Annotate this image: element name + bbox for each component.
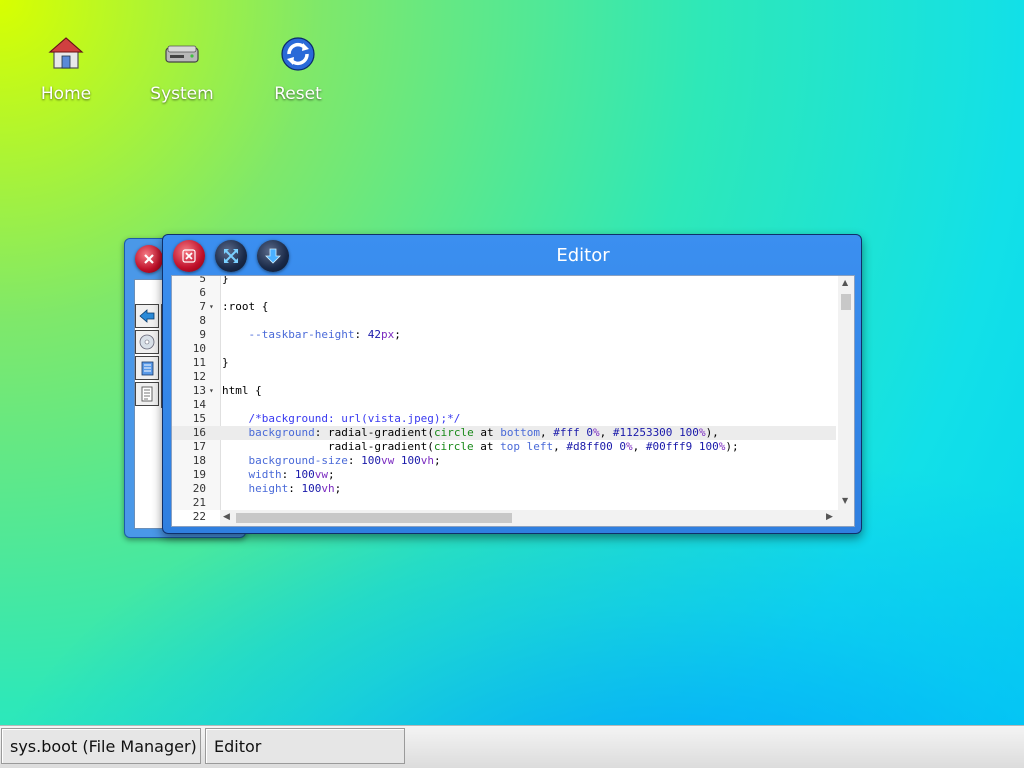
maximize-button[interactable] [215, 240, 247, 272]
code-line[interactable]: 18 background-size: 100vw 100vh; [172, 454, 836, 468]
line-number: 21 [192, 496, 206, 509]
line-number: 9 [199, 328, 206, 341]
arrow-left-icon [139, 309, 155, 323]
desktop-icon-reset[interactable]: Reset [248, 34, 348, 104]
line-number: 16 [192, 426, 206, 439]
code-line[interactable]: 7 ▾:root { [172, 300, 836, 314]
code-line[interactable]: 16 background: radial-gradient(circle at… [172, 426, 836, 440]
editor-window[interactable]: Editor 5} 6 7 ▾:root {8 9 --taskbar-height: … [162, 234, 862, 534]
fold-arrow-icon[interactable]: ▾ [209, 300, 219, 314]
code-area[interactable]: 5} 6 7 ▾:root {8 9 --taskbar-height: 42px; 10… [172, 275, 836, 523]
code-text: background-size: 100vw 100vh; [248, 454, 441, 467]
fold-arrow-icon[interactable]: ▾ [209, 384, 219, 398]
minimize-button[interactable] [257, 240, 289, 272]
line-number: 14 [192, 398, 206, 411]
back-button[interactable] [135, 304, 159, 328]
line-number: 13 [192, 384, 206, 397]
desktop-icon-label: System [150, 84, 214, 104]
line-number: 8 [199, 314, 206, 327]
code-editor[interactable]: 5} 6 7 ▾:root {8 9 --taskbar-height: 42px; 10… [171, 275, 855, 527]
code-text: radial-gradient(circle at top left, #d8f… [222, 440, 739, 453]
taskbar: sys.boot (File Manager) Editor [0, 725, 1024, 768]
code-text: /*background: url(vista.jpeg);*/ [248, 412, 461, 425]
code-line[interactable]: 5} [172, 275, 836, 286]
taskbar-item-editor[interactable]: Editor [205, 728, 405, 764]
refresh-icon [281, 37, 315, 71]
code-line[interactable]: 20 height: 100vh; [172, 482, 836, 496]
line-number: 20 [192, 482, 206, 495]
line-number: 15 [192, 412, 206, 425]
arrow-down-icon [265, 248, 281, 264]
line-number: 12 [192, 370, 206, 383]
disc-icon [139, 334, 155, 350]
vertical-scrollbar[interactable]: ▲ ▼ [838, 276, 854, 510]
notes-button[interactable] [135, 356, 159, 380]
document-icon [141, 386, 153, 402]
close-icon [182, 249, 196, 263]
code-text: html { [222, 384, 262, 397]
vertical-scroll-thumb[interactable] [841, 294, 851, 310]
window-title: Editor [556, 245, 610, 266]
drive-icon [165, 45, 199, 63]
line-number: 18 [192, 454, 206, 467]
desktop-icon-label: Home [40, 84, 92, 104]
scroll-right-icon[interactable]: ▶ [826, 512, 833, 522]
window-titlebar[interactable]: Editor [163, 235, 861, 275]
code-line[interactable]: 17 radial-gradient(circle at top left, #… [172, 440, 836, 454]
close-button[interactable] [135, 245, 163, 273]
code-text: :root { [222, 300, 269, 313]
code-text: --taskbar-height: 42px; [248, 328, 401, 341]
code-line[interactable]: 10 [172, 342, 836, 356]
horizontal-scroll-thumb[interactable] [236, 513, 512, 523]
close-icon [144, 254, 154, 264]
line-number: 10 [192, 342, 206, 355]
file-manager-toolbar [135, 304, 162, 408]
taskbar-item-file-manager[interactable]: sys.boot (File Manager) [1, 728, 201, 764]
code-line[interactable]: 19 width: 100vw; [172, 468, 836, 482]
close-button[interactable] [173, 240, 205, 272]
line-number: 6 [199, 286, 206, 299]
line-number: 19 [192, 468, 206, 481]
code-line[interactable]: 15 /*background: url(vista.jpeg);*/ [172, 412, 836, 426]
notes-icon [141, 361, 154, 376]
desktop-icon-home[interactable]: Home [16, 34, 116, 104]
code-line[interactable]: 8 [172, 314, 836, 328]
line-number: 7 [199, 300, 206, 313]
code-line[interactable]: 11} [172, 356, 836, 370]
code-text: background: radial-gradient(circle at bo… [248, 426, 719, 439]
desktop-icon-label: Reset [274, 84, 322, 104]
code-line[interactable]: 12 [172, 370, 836, 384]
line-number: 5 [199, 275, 206, 285]
code-line[interactable]: 6 [172, 286, 836, 300]
scroll-down-icon[interactable]: ▼ [842, 496, 848, 505]
home-icon [48, 37, 84, 69]
line-number: 22 [192, 510, 206, 523]
code-line[interactable]: 14 [172, 398, 836, 412]
code-text: width: 100vw; [248, 468, 335, 481]
scroll-up-icon[interactable]: ▲ [842, 278, 848, 287]
line-number: 17 [192, 440, 206, 453]
code-line[interactable]: 21 [172, 496, 836, 510]
code-text: height: 100vh; [248, 482, 342, 495]
code-line[interactable]: 13 ▾ html { [172, 384, 836, 398]
scroll-left-icon[interactable]: ◀ [223, 512, 230, 522]
code-text: } [222, 275, 229, 285]
document-button[interactable] [135, 382, 159, 406]
disc-button[interactable] [135, 330, 159, 354]
code-text: } [222, 356, 229, 369]
code-line[interactable]: 9 --taskbar-height: 42px; [172, 328, 836, 342]
horizontal-scrollbar[interactable]: ◀ ▶ [220, 510, 854, 526]
desktop-icon-system[interactable]: System [132, 34, 232, 104]
expand-icon [224, 249, 238, 263]
line-number: 11 [192, 356, 206, 369]
